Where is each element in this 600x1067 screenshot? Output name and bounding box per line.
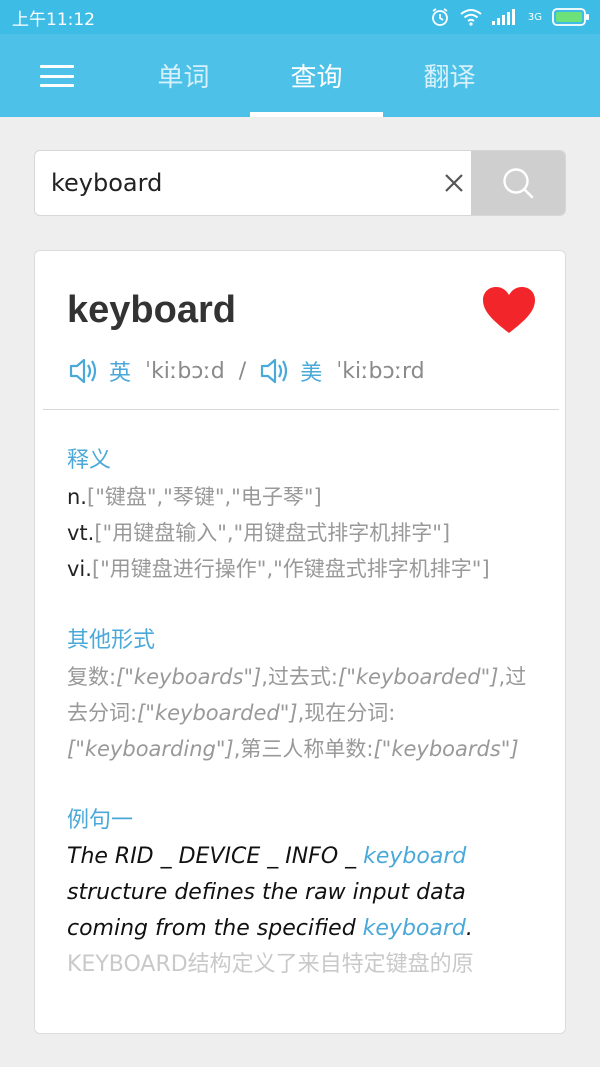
form-value: ["keyboards"] [116,665,262,689]
uk-phonetic: ˈkiːbɔːd [145,358,225,384]
phonetic-separator: / [238,358,247,384]
tab-words[interactable]: 单词 [117,34,250,117]
network-type: 3G [527,11,542,23]
form-value: ["keyboards"] [373,737,519,761]
example-text: The RID _ DEVICE _ INFO _ [67,844,364,869]
us-pronounce-button[interactable] [260,357,290,385]
heart-icon [483,287,535,333]
active-tab-indicator [250,112,383,117]
result-card: keyboard 英 ˈkiːbɔːd / 美 ˈkiːbɔːrd 释义 n.[… [34,250,566,1034]
us-phonetic: ˈkiːbɔːrd [336,358,425,384]
clear-button[interactable] [435,151,473,215]
app-root: 上午11:12 3G 单词 查询 翻译 keyboard keyboard 英 … [0,0,600,1067]
highlighted-word: keyboard [363,844,467,869]
definition-text: ["用键盘输入","用键盘式排字机排字"] [94,521,451,545]
form-label: 复数: [67,665,117,689]
form-value: ["keyboarded"] [137,701,298,725]
other-forms-title: 其他形式 [67,628,156,653]
tab-translate[interactable]: 翻译 [383,34,516,117]
definitions-title: 释义 [67,448,112,473]
form-value: ["keyboarded"] [338,665,499,689]
example-sentence: The RID _ DEVICE _ INFO _ keyboard struc… [67,839,537,947]
uk-pronounce-button[interactable] [69,357,99,385]
phonetics-row: 英 ˈkiːbɔːd / 美 ˈkiːbɔːrd [69,353,425,389]
favorite-button[interactable] [482,287,536,335]
search-bar [34,150,566,216]
status-time: 上午11:12 [12,9,95,30]
form-label: 第三人称单数: [240,737,374,761]
close-icon [445,174,463,192]
speaker-icon [69,358,97,384]
definition-line: vt.["用键盘输入","用键盘式排字机排字"] [67,515,537,551]
part-of-speech: n. [67,485,87,509]
part-of-speech: vt. [67,521,95,545]
uk-label: 英 [109,361,132,386]
menu-icon-line [40,65,74,68]
us-label: 美 [300,361,323,386]
menu-icon-line [40,74,74,78]
app-bar: 单词 查询 翻译 [0,34,600,117]
entry-body: 释义 n.["键盘","琴键","电子琴"] vt.["用键盘输入","用键盘式… [67,443,537,983]
search-button[interactable] [471,151,565,215]
example-text: . [465,916,473,941]
signal-icon [491,9,518,25]
alarm-icon [430,7,450,27]
tab-lookup[interactable]: 查询 [250,34,383,117]
definition-text: ["键盘","琴键","电子琴"] [87,485,322,509]
form-label: 过去式: [267,665,339,689]
form-separator: , [261,665,268,689]
example-translation: KEYBOARD结构定义了来自特定键盘的原 [67,952,474,977]
menu-button[interactable] [40,62,76,90]
status-bar: 上午11:12 3G [0,0,600,34]
form-label: 现在分词: [304,701,396,725]
definition-line: vi.["用键盘进行操作","作键盘式排字机排字"] [67,551,537,587]
status-icons: 3G [430,7,590,27]
menu-icon-line [40,84,74,87]
wifi-icon [460,8,482,26]
search-input[interactable] [35,151,435,215]
divider [43,409,559,410]
search-icon [503,168,534,199]
definition-line: n.["键盘","琴键","电子琴"] [67,479,537,515]
example-title: 例句一 [67,808,134,833]
speaker-icon [261,358,288,384]
form-value: ["keyboarding"] [67,737,234,761]
definition-text: ["用键盘进行操作","作键盘式排字机排字"] [91,557,490,581]
part-of-speech: vi. [67,557,92,581]
other-forms-text: 复数:["keyboards"],过去式:["keyboarded"],过去分词… [67,659,537,767]
battery-icon [552,8,590,26]
word-title: keyboard [67,289,236,331]
highlighted-word: keyboard [362,916,466,941]
